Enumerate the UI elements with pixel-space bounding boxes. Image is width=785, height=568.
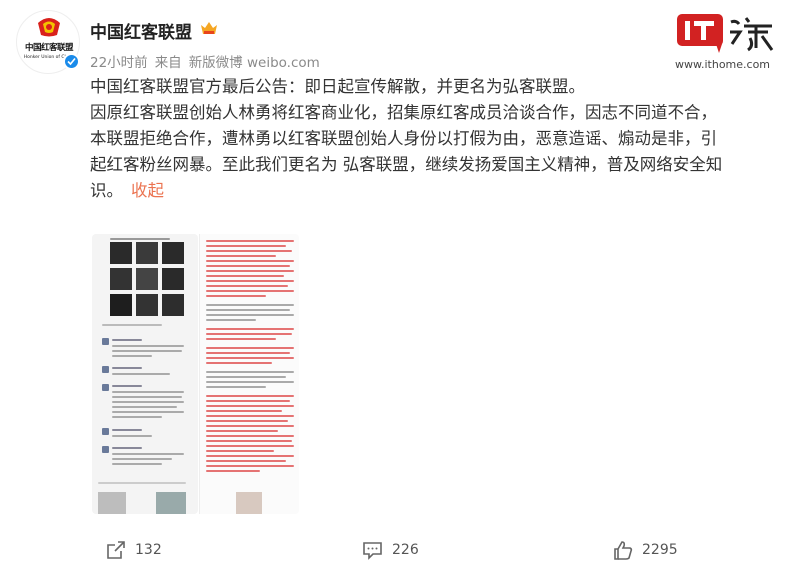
announcement-document-image[interactable] bbox=[199, 234, 299, 514]
vip-crown-icon bbox=[201, 22, 217, 34]
post-line: 起红客粉丝网暴。至此我们更名为 弘客联盟，继续发扬爱国主义精神，普及网络安全知 bbox=[90, 155, 723, 174]
comment-count: 226 bbox=[392, 542, 419, 558]
post-time[interactable]: 22小时前 bbox=[90, 55, 148, 71]
post-meta: 22小时前 来自 新版微博 weibo.com bbox=[90, 51, 327, 71]
verified-badge-icon bbox=[63, 53, 80, 70]
comment-button[interactable]: 226 bbox=[362, 538, 419, 562]
post-line: 本联盟拒绝合作，遭林勇以红客联盟创始人身份以打假为由，恶意造谣、煽动是非，引 bbox=[90, 129, 717, 148]
comment-icon bbox=[363, 542, 382, 560]
red-guard-emblem-icon bbox=[38, 18, 60, 37]
post-line: 中国红客联盟官方最后公告：即日起宣传解散，并更名为弘客联盟。 bbox=[90, 77, 585, 96]
post-source[interactable]: 新版微博 weibo.com bbox=[189, 55, 320, 71]
like-icon bbox=[614, 540, 633, 560]
avatar-logo-text: 中国红客联盟 bbox=[24, 43, 74, 53]
share-icon bbox=[107, 541, 125, 559]
collapse-link[interactable]: 收起 bbox=[131, 181, 164, 200]
ithome-url: www.ithome.com bbox=[675, 58, 771, 71]
post-line: 识。 bbox=[90, 181, 123, 200]
author-name[interactable]: 中国红客联盟 bbox=[90, 18, 192, 43]
share-count: 132 bbox=[135, 542, 162, 558]
post-line: 因原红客联盟创始人林勇将红客商业化，招集原红客成员洽谈合作，因志不同道不合， bbox=[90, 103, 717, 122]
chat-screenshot-image[interactable] bbox=[92, 234, 198, 514]
ithome-logo-icon bbox=[677, 14, 774, 53]
like-button[interactable]: 2295 bbox=[613, 538, 678, 562]
share-button[interactable]: 132 bbox=[106, 538, 162, 562]
post-text: 中国红客联盟官方最后公告：即日起宣传解散，并更名为弘客联盟。 因原红客联盟创始人… bbox=[90, 74, 770, 204]
like-count: 2295 bbox=[642, 542, 678, 558]
source-prefix: 来自 bbox=[154, 55, 182, 71]
action-bar: 132 226 2295 bbox=[0, 538, 785, 564]
